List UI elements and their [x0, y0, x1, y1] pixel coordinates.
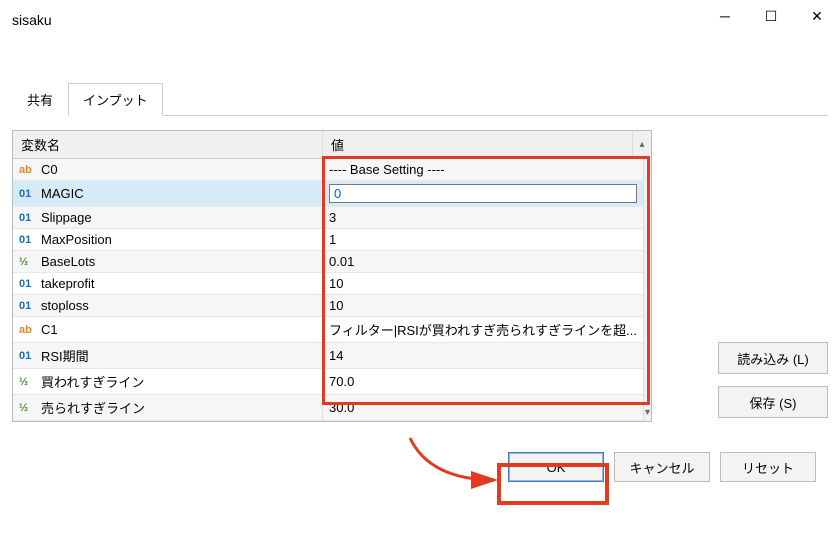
col-header-value[interactable]: 値 — [323, 131, 633, 158]
name-cell: Slippage — [41, 210, 92, 225]
type-icon: ab — [19, 324, 35, 336]
ok-button[interactable]: OK — [508, 452, 604, 482]
close-button[interactable]: ✕ — [794, 0, 840, 32]
table-row[interactable]: ½ 買われすぎライン 70.0 — [13, 369, 643, 395]
value-cell: 14 — [329, 348, 343, 363]
tab-share[interactable]: 共有 — [12, 83, 68, 116]
type-icon: 01 — [19, 278, 35, 290]
save-button[interactable]: 保存 (S) — [718, 386, 828, 418]
table-row[interactable]: 01 MAGIC — [13, 181, 643, 207]
name-cell: 買われすぎライン — [41, 372, 144, 391]
table-row[interactable]: ½ 売られすぎライン 30.0 — [13, 395, 643, 421]
load-button[interactable]: 読み込み (L) — [718, 342, 828, 374]
table-row[interactable]: 01 Slippage 3 — [13, 207, 643, 229]
table-row[interactable]: 01 stoploss 10 — [13, 295, 643, 317]
parameter-grid: 変数名 値 ▴ ab C0 ---- Base Setting ---- 01 MAGI… — [12, 130, 652, 422]
value-input[interactable] — [329, 184, 637, 203]
name-cell: BaseLots — [41, 254, 95, 269]
table-row[interactable]: 01 MaxPosition 1 — [13, 229, 643, 251]
window-title: sisaku — [12, 12, 52, 28]
value-cell: フィルター|RSIが買われすぎ売られすぎラインを超... — [329, 320, 637, 339]
value-cell: 30.0 — [329, 400, 354, 415]
name-cell: RSI期間 — [41, 346, 89, 365]
table-row[interactable]: 01 takeprofit 10 — [13, 273, 643, 295]
value-cell: 1 — [329, 232, 336, 247]
type-icon: 01 — [19, 234, 35, 246]
table-row[interactable]: 01 RSI期間 14 — [13, 343, 643, 369]
table-row[interactable]: ab C1 フィルター|RSIが買われすぎ売られすぎラインを超... — [13, 317, 643, 343]
name-cell: MaxPosition — [41, 232, 112, 247]
type-icon: 01 — [19, 212, 35, 224]
vertical-scrollbar[interactable]: ▾ — [643, 159, 651, 421]
tab-input[interactable]: インプット — [68, 83, 163, 116]
value-cell: 0.01 — [329, 254, 354, 269]
type-icon: 01 — [19, 350, 35, 362]
col-header-name[interactable]: 変数名 — [13, 131, 323, 158]
value-cell: ---- Base Setting ---- — [329, 162, 445, 177]
name-cell: 売られすぎライン — [41, 398, 145, 417]
minimize-button[interactable]: ─ — [702, 0, 748, 32]
name-cell: C0 — [41, 162, 58, 177]
type-icon: ½ — [19, 256, 35, 268]
reset-button[interactable]: リセット — [720, 452, 816, 482]
maximize-button[interactable]: ☐ — [748, 0, 794, 32]
type-icon: ½ — [19, 376, 35, 388]
value-cell: 10 — [329, 276, 343, 291]
type-icon: 01 — [19, 300, 35, 312]
table-row[interactable]: ½ BaseLots 0.01 — [13, 251, 643, 273]
type-icon: 01 — [19, 188, 35, 200]
value-cell: 70.0 — [329, 374, 354, 389]
type-icon: ½ — [19, 402, 35, 414]
name-cell: MAGIC — [41, 186, 84, 201]
cancel-button[interactable]: キャンセル — [614, 452, 710, 482]
name-cell: stoploss — [41, 298, 89, 313]
value-cell: 3 — [329, 210, 336, 225]
scroll-down-icon[interactable]: ▾ — [645, 404, 650, 421]
scroll-up-icon[interactable]: ▴ — [633, 131, 651, 158]
type-icon: ab — [19, 164, 35, 176]
table-row[interactable]: ab C0 ---- Base Setting ---- — [13, 159, 643, 181]
name-cell: takeprofit — [41, 276, 94, 291]
value-cell: 10 — [329, 298, 343, 313]
name-cell: C1 — [41, 322, 58, 337]
